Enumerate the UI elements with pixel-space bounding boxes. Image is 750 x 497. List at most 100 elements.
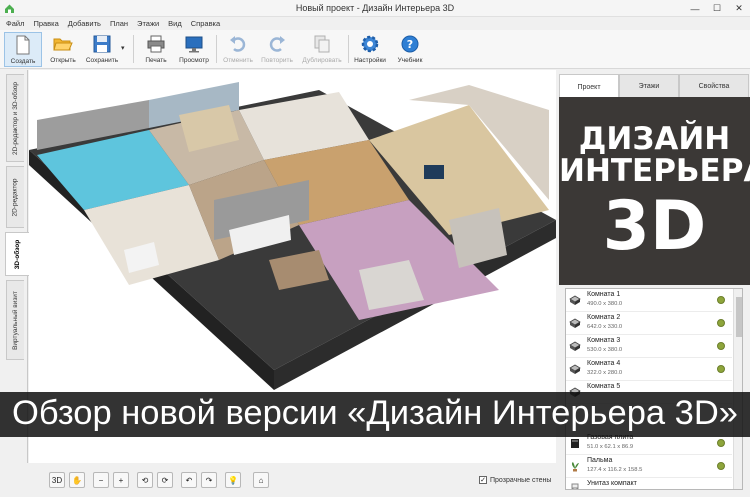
settings-label: Настройки — [354, 57, 386, 64]
new-file-icon — [16, 35, 30, 55]
printer-icon — [147, 35, 165, 53]
zoom-in-button[interactable]: + — [113, 472, 129, 488]
transparent-walls-toggle[interactable]: ✓ Прозрачные стены — [479, 476, 551, 484]
object-size: 490.0 x 380.0 — [587, 301, 623, 307]
duplicate-label: Дублировать — [302, 57, 342, 64]
list-item[interactable]: Комната 4 322.0 x 280.0 — [566, 358, 732, 381]
tab-3d-view-label: 3D-обзор — [14, 239, 22, 269]
tab-2d-and-3d-label: 2D-редактор и 3D-обзор — [12, 81, 20, 155]
promo-logo: ДИЗАЙН ИНТЕРЬЕРА 3D — [559, 97, 750, 285]
room-icon — [569, 295, 581, 305]
floppy-disk-icon — [93, 35, 111, 53]
visibility-eye-icon[interactable] — [717, 365, 725, 373]
tab-floors[interactable]: Этажи — [619, 74, 679, 98]
duplicate-icon — [314, 35, 330, 53]
tilt-down-button[interactable]: ↷ — [201, 472, 217, 488]
list-item[interactable]: Комната 3 530.0 x 380.0 — [566, 335, 732, 358]
tab-project[interactable]: Проект — [559, 74, 619, 99]
list-item[interactable]: Комната 1 490.0 x 380.0 — [566, 289, 732, 312]
undo-button[interactable]: Отменить — [220, 32, 256, 67]
tutorial-button[interactable]: ? Учебник — [392, 32, 428, 67]
preview-button[interactable]: Просмотр — [177, 32, 211, 67]
object-name: Комната 4 — [587, 360, 621, 367]
rotate-left-button[interactable]: ⟲ — [137, 472, 153, 488]
tab-virtual-tour[interactable]: Виртуальный визит — [6, 280, 24, 360]
tutorial-label: Учебник — [397, 57, 423, 64]
tab-2d-editor-label: 2D-редактор — [12, 177, 19, 217]
preview-label: Просмотр — [179, 57, 209, 64]
transparent-walls-checkbox[interactable]: ✓ — [479, 476, 487, 484]
object-name: Унитаз компакт — [587, 480, 637, 487]
rotate-right-button[interactable]: ⟳ — [157, 472, 173, 488]
lighting-button[interactable]: 💡 — [225, 472, 241, 488]
object-name: Комната 1 — [587, 291, 621, 298]
visibility-eye-icon[interactable] — [717, 342, 725, 350]
scrollbar-thumb[interactable] — [736, 297, 742, 337]
object-size: 322.0 x 280.0 — [587, 370, 623, 376]
list-item[interactable]: Унитаз компакт — [566, 478, 732, 489]
visibility-eye-icon[interactable] — [717, 319, 725, 327]
room-icon — [569, 341, 581, 351]
toilet-icon — [571, 483, 579, 489]
home-view-button[interactable]: ⌂ — [253, 472, 269, 488]
tab-2d-editor[interactable]: 2D-редактор — [6, 166, 24, 228]
tab-properties[interactable]: Свойства — [679, 74, 749, 98]
object-name: Комната 2 — [587, 314, 621, 321]
main-toolbar: Создать Открыть Сохранить ▾ Печать Просм… — [0, 30, 750, 69]
menu-view[interactable]: Вид — [168, 19, 182, 28]
menu-floors[interactable]: Этажи — [137, 19, 159, 28]
menu-add[interactable]: Добавить — [68, 19, 101, 28]
caption-banner: Обзор новой версии «Дизайн Интерьера 3D» — [0, 392, 750, 437]
object-name: Комната 3 — [587, 337, 621, 344]
visibility-eye-icon[interactable] — [717, 439, 725, 447]
visibility-eye-icon[interactable] — [717, 296, 725, 304]
save-dropdown-icon[interactable]: ▾ — [121, 44, 125, 52]
print-button[interactable]: Печать — [137, 32, 175, 67]
pan-hand-button[interactable]: ✋ — [69, 472, 85, 488]
close-button[interactable]: ✕ — [728, 0, 750, 17]
redo-button[interactable]: Повторить — [258, 32, 296, 67]
window-title: Новый проект - Дизайн Интерьера 3D — [295, 3, 455, 13]
list-scrollbar[interactable] — [733, 289, 742, 489]
menu-plan[interactable]: План — [110, 19, 128, 28]
minimize-button[interactable]: — — [684, 0, 706, 17]
redo-icon — [269, 36, 285, 52]
monitor-icon — [185, 36, 203, 53]
zoom-out-button[interactable]: − — [93, 472, 109, 488]
list-item[interactable]: Пальма 127.4 x 116.2 x 158.5 — [566, 455, 732, 478]
menu-edit[interactable]: Правка — [33, 19, 58, 28]
stove-icon — [571, 439, 579, 448]
object-name: Комната 5 — [587, 383, 621, 390]
transparent-walls-label: Прозрачные стены — [490, 476, 552, 484]
tab-2d-and-3d[interactable]: 2D-редактор и 3D-обзор — [6, 74, 24, 162]
maximize-button[interactable]: ☐ — [706, 0, 728, 17]
object-size: 51.0 x 62.1 x 86.9 — [587, 444, 634, 450]
menu-file[interactable]: Файл — [6, 19, 24, 28]
folder-open-icon — [53, 38, 73, 51]
object-name: Пальма — [587, 457, 613, 464]
viewport-toolbar: 3D ✋ − + ⟲ ⟳ ↶ ↷ 💡 ⌂ ✓ Прозрачные стены — [29, 463, 556, 497]
object-size: 530.0 x 380.0 — [587, 347, 623, 353]
save-button[interactable]: Сохранить — [83, 32, 121, 67]
project-object-list[interactable]: Комната 1 490.0 x 380.0 Комната 2 642.0 … — [565, 288, 743, 490]
open-button[interactable]: Открыть — [44, 32, 82, 67]
redo-label: Повторить — [261, 57, 293, 64]
room-icon — [569, 364, 581, 374]
menu-help[interactable]: Справка — [191, 19, 220, 28]
list-item[interactable]: Комната 2 642.0 x 330.0 — [566, 312, 732, 335]
tab-virtual-tour-label: Виртуальный визит — [12, 290, 19, 350]
svg-text:?: ? — [407, 38, 413, 51]
duplicate-button[interactable]: Дублировать — [299, 32, 345, 67]
3d-mode-button[interactable]: 3D — [49, 472, 65, 488]
tilt-up-button[interactable]: ↶ — [181, 472, 197, 488]
promo-line-2: ИНТЕРЬЕРА — [559, 153, 750, 189]
tab-3d-view[interactable]: 3D-обзор — [5, 232, 29, 276]
visibility-eye-icon[interactable] — [717, 462, 725, 470]
title-bar: Новый проект - Дизайн Интерьера 3D — ☐ ✕ — [0, 0, 750, 17]
help-icon: ? — [401, 35, 419, 53]
create-button[interactable]: Создать — [4, 32, 42, 67]
right-panel-tabs: Проект Этажи Свойства — [559, 74, 750, 99]
create-label: Создать — [10, 58, 36, 65]
settings-button[interactable]: Настройки — [351, 32, 389, 67]
promo-line-1: ДИЗАЙН — [578, 121, 731, 157]
